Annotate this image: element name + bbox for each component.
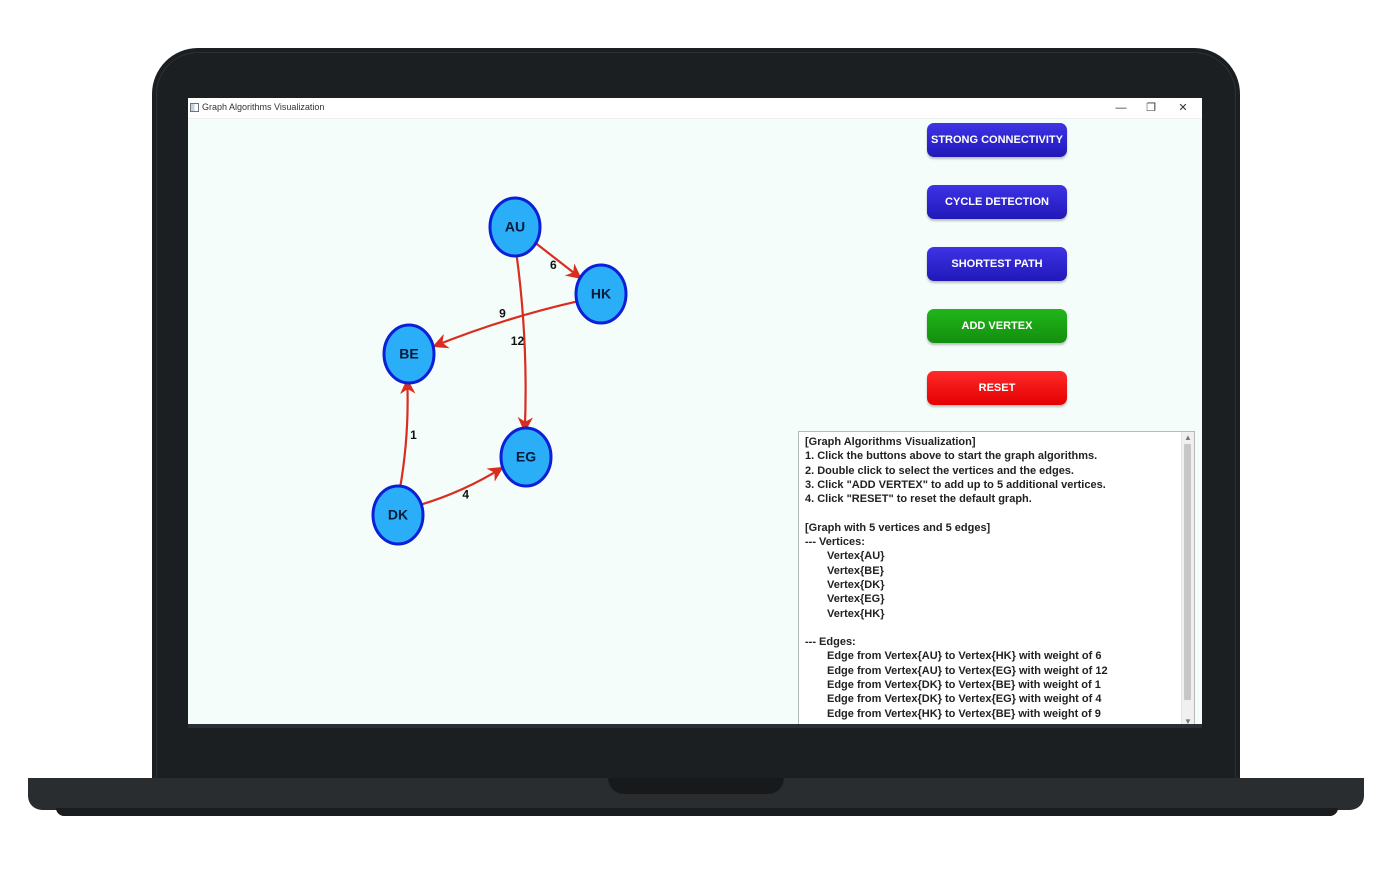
console-line: Vertex{AU} xyxy=(827,550,885,563)
reset-button[interactable]: RESET xyxy=(927,371,1067,405)
console-line: 1. Click the buttons above to start the … xyxy=(805,450,1098,463)
console-scrollbar[interactable]: ▲ ▼ xyxy=(1181,432,1194,727)
edge-weight-label: 1 xyxy=(410,428,417,442)
minimize-button[interactable]: — xyxy=(1106,99,1136,117)
vertex-label: AU xyxy=(505,219,525,235)
console-line: Edge from Vertex{DK} to Vertex{BE} with … xyxy=(827,679,1101,692)
console-line: --- Edges: xyxy=(805,636,856,649)
close-button[interactable]: ✕ xyxy=(1168,99,1198,117)
strong-connectivity-button[interactable]: STRONG CONNECTIVITY xyxy=(927,123,1067,157)
vertex-au[interactable]: AU xyxy=(488,196,542,258)
laptop-notch xyxy=(608,778,784,794)
cycle-detection-button[interactable]: CYCLE DETECTION xyxy=(927,185,1067,219)
vertex-be[interactable]: BE xyxy=(382,323,436,385)
console-line: Edge from Vertex{DK} to Vertex{EG} with … xyxy=(827,693,1102,706)
console-line: Edge from Vertex{HK} to Vertex{BE} with … xyxy=(827,707,1101,720)
console-line: [Graph Algorithms Visualization] xyxy=(805,436,976,448)
graph-svg[interactable]: 6 12 1 4 9 AU HK BE EG DK xyxy=(188,118,788,728)
console-line: 2. Double click to select the vertices a… xyxy=(805,464,1074,477)
screen-bottom-edge xyxy=(188,724,1202,728)
console-line: 3. Click "ADD VERTEX" to add up to 5 add… xyxy=(805,478,1106,491)
vertex-eg[interactable]: EG xyxy=(499,426,553,488)
vertex-label: DK xyxy=(388,507,408,523)
console-line: Vertex{BE} xyxy=(827,564,884,577)
vertex-label: HK xyxy=(591,286,611,302)
console-line: Vertex{DK} xyxy=(827,578,885,591)
edge-dk-be[interactable] xyxy=(398,378,416,491)
title-bar: Graph Algorithms Visualization — ❐ ✕ xyxy=(188,98,1202,119)
scroll-thumb[interactable] xyxy=(1184,444,1191,700)
console-line: Edge from Vertex{AU} to Vertex{EG} with … xyxy=(827,664,1108,677)
console-line: [Graph with 5 vertices and 5 edges] xyxy=(805,521,991,534)
console-text: [Graph Algorithms Visualization] 1. Clic… xyxy=(805,435,1175,721)
scroll-up-icon[interactable]: ▲ xyxy=(1182,432,1194,443)
vertex-label: BE xyxy=(399,346,418,362)
edge-au-hk[interactable] xyxy=(534,241,582,279)
edge-weight-label: 4 xyxy=(462,487,469,501)
laptop-base-lip xyxy=(56,808,1338,816)
window-title: Graph Algorithms Visualization xyxy=(202,102,325,112)
edge-weight-label: 9 xyxy=(499,306,506,320)
add-vertex-button[interactable]: ADD VERTEX xyxy=(927,309,1067,343)
maximize-button[interactable]: ❐ xyxy=(1136,99,1166,117)
edge-weight-label: 6 xyxy=(550,258,557,272)
shortest-path-button[interactable]: SHORTEST PATH xyxy=(927,247,1067,281)
console-line: --- Vertices: xyxy=(805,536,865,549)
vertex-hk[interactable]: HK xyxy=(574,263,628,325)
edge-weight-label: 12 xyxy=(511,334,525,348)
vertex-dk[interactable]: DK xyxy=(371,484,425,546)
console-line: 4. Click "RESET" to reset the default gr… xyxy=(805,493,1032,506)
app-icon xyxy=(190,103,199,112)
console-line: Vertex{EG} xyxy=(827,593,885,606)
app-window: Graph Algorithms Visualization — ❐ ✕ 6 12… xyxy=(188,98,1202,728)
graph-canvas[interactable]: 6 12 1 4 9 AU HK BE EG DK xyxy=(188,118,788,728)
console-output[interactable]: [Graph Algorithms Visualization] 1. Clic… xyxy=(798,431,1195,728)
vertex-label: EG xyxy=(516,449,536,465)
console-line: Vertex{HK} xyxy=(827,607,885,620)
console-line: Edge from Vertex{AU} to Vertex{HK} with … xyxy=(827,650,1102,663)
